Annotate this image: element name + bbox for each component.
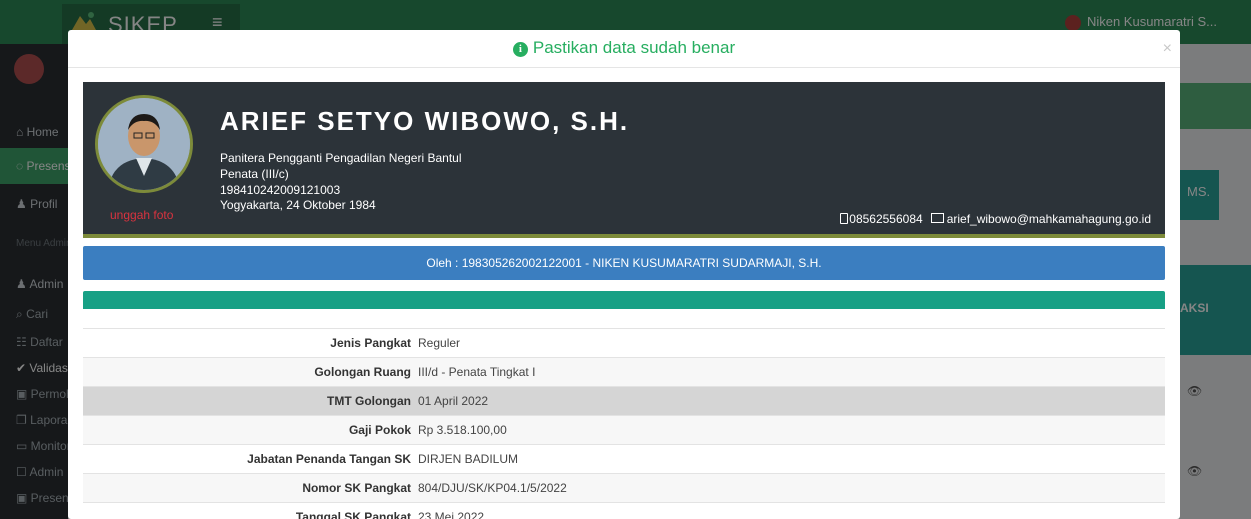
row-value: 804/DJU/SK/KP04.1/5/2022 [418, 481, 567, 495]
table-row: Jabatan Penanda Tangan SK DIRJEN BADILUM [83, 444, 1165, 473]
profile-pangkat: Penata (III/c) [220, 167, 289, 181]
person-photo-icon [98, 98, 190, 190]
row-value: DIRJEN BADILUM [418, 452, 519, 466]
table-row: Jenis Pangkat Reguler [83, 328, 1165, 357]
profile-phone: 08562556084 [849, 212, 923, 226]
row-value: 01 April 2022 [418, 394, 489, 408]
profile-contacts: 08562556084 arief_wibowo@mahkamahagung.go… [840, 212, 1151, 226]
table-row: Gaji Pokok Rp 3.518.100,00 [83, 415, 1165, 444]
profile-card: unggah foto ARIEF SETYO WIBOWO, S.H. Pan… [83, 82, 1165, 238]
table-row: Tanggal SK Pangkat 23 Mei 2022 [83, 502, 1165, 519]
row-label: TMT Golongan [327, 394, 411, 408]
confirm-modal: i Pastikan data sudah benar × unggah foto… [68, 30, 1180, 519]
profile-nip: 198410242009121003 [220, 183, 341, 197]
profile-ttl: Yogyakarta, 24 Oktober 1984 [220, 198, 376, 212]
profile-photo[interactable] [95, 95, 193, 193]
row-label: Jabatan Penanda Tangan SK [247, 452, 411, 466]
phone-icon [840, 213, 849, 224]
row-label: Gaji Pokok [348, 423, 411, 437]
table-row: Golongan Ruang III/d - Penata Tingkat I [83, 357, 1165, 386]
profile-name: ARIEF SETYO WIBOWO, S.H. [220, 106, 630, 136]
row-label: Tanggal SK Pangkat [295, 510, 411, 519]
row-value: Rp 3.518.100,00 [418, 423, 507, 437]
section-header-bar [83, 291, 1165, 309]
modal-header: i Pastikan data sudah benar × [68, 30, 1180, 68]
upload-photo-link[interactable]: unggah foto [110, 208, 173, 222]
profile-jabatan: Panitera Pengganti Pengadilan Negeri Ban… [220, 151, 462, 165]
modal-title: i Pastikan data sudah benar [68, 38, 1180, 58]
mail-icon [930, 213, 944, 223]
table-row: TMT Golongan 01 April 2022 [83, 386, 1165, 415]
row-value: 23 Mei 2022 [418, 510, 485, 519]
row-value: Reguler [418, 336, 461, 350]
row-label: Nomor SK Pangkat [302, 481, 411, 495]
row-label: Jenis Pangkat [330, 336, 411, 350]
detail-table: Jenis Pangkat Reguler Golongan Ruang III/d… [83, 328, 1165, 519]
row-value: III/d - Penata Tingkat I [418, 365, 536, 379]
row-label: Golongan Ruang [314, 365, 411, 379]
close-icon[interactable]: × [1163, 40, 1172, 58]
profile-email: arief_wibowo@mahkamahagung.go.id [946, 212, 1151, 226]
table-row: Nomor SK Pangkat 804/DJU/SK/KP04.1/5/2022 [83, 473, 1165, 502]
submitted-by-banner: Oleh : 198305262002122001 - NIKEN KUSUMA… [83, 246, 1165, 280]
modal-title-text: Pastikan data sudah benar [532, 38, 736, 57]
info-icon: i [512, 42, 528, 57]
